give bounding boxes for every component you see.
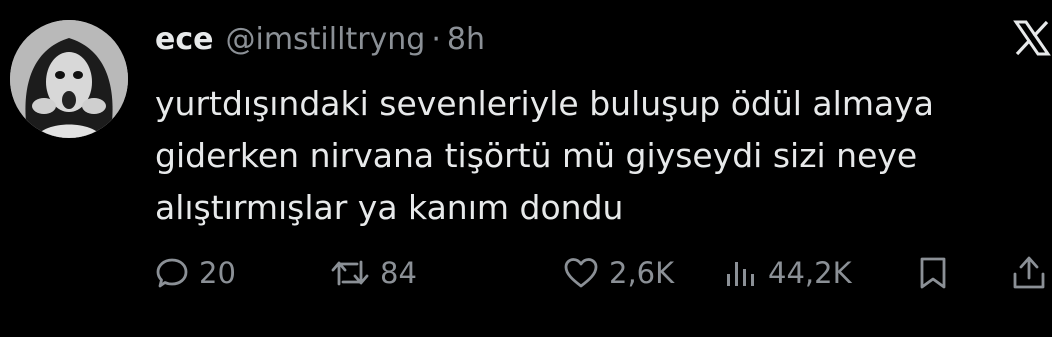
bookmark-icon [915,255,951,291]
display-name[interactable]: ece [155,22,213,57]
x-logo-icon [1012,18,1052,58]
share-icon [1010,254,1048,292]
avatar-photo [10,20,128,138]
heart-icon [563,256,599,290]
views-button[interactable]: 44,2K [722,248,852,298]
tweet-text: yurtdışındaki sevenleriyle buluşup ödül … [155,84,934,227]
user-handle[interactable]: @imstilltryng [225,22,425,57]
action-bar: 20 84 2,6K 44,2K [155,248,1052,298]
reply-button[interactable]: 20 [155,248,236,298]
reply-icon [155,256,189,290]
avatar[interactable] [10,20,128,138]
repost-icon [330,256,370,290]
views-count: 44,2K [768,256,852,290]
repost-button[interactable]: 84 [330,248,417,298]
tweet-card: ece @imstilltryng · 8h yurtdışındaki sev… [0,0,1052,337]
reply-count: 20 [199,256,236,290]
views-icon [722,256,758,290]
like-button[interactable]: 2,6K [563,248,674,298]
bookmark-button[interactable] [915,248,951,298]
share-button[interactable] [1010,248,1048,298]
like-count: 2,6K [609,256,675,290]
repost-count: 84 [380,256,417,290]
separator-dot: · [431,22,441,57]
tweet-header: ece @imstilltryng · 8h [155,22,485,66]
timestamp[interactable]: 8h [447,22,485,57]
